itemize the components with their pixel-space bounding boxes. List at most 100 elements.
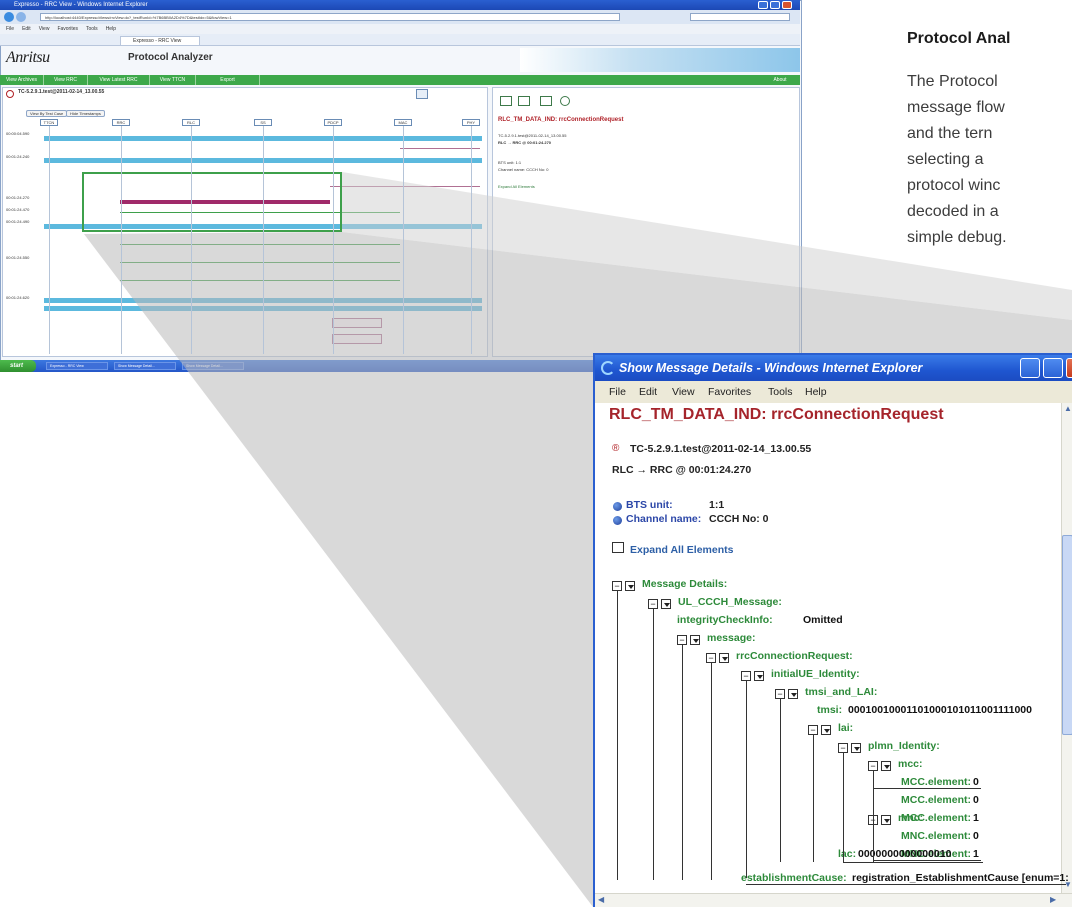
menu-edit[interactable]: Edit <box>639 381 657 403</box>
tree-value: registration_EstablishmentCause [enum=1: <box>852 872 1069 884</box>
scroll-left-icon[interactable]: ◀ <box>598 895 604 904</box>
column-header: RLC <box>182 119 200 126</box>
tree-node[interactable]: message: <box>707 632 755 644</box>
node-type-icon <box>754 671 764 681</box>
node-type-icon <box>625 581 635 591</box>
message-title: RLC_TM_DATA_IND: rrcConnectionRequest <box>609 406 944 423</box>
tree-guide-line <box>746 680 747 878</box>
channel-name-value: CCCH No: 0 <box>709 513 769 525</box>
tree-value: 00010010001101000101011001111000 <box>848 704 1032 716</box>
tree-guide-line <box>780 698 781 862</box>
scrollbar-thumb[interactable] <box>1062 535 1072 735</box>
channel-name-label: Channel name: <box>626 513 702 525</box>
timestamp: 00:01:24.470 <box>6 207 30 212</box>
minimize-icon[interactable] <box>1020 358 1040 378</box>
tree-node[interactable]: rrcConnectionRequest: <box>736 650 853 662</box>
close-icon[interactable] <box>1066 358 1072 378</box>
nav-tab[interactable]: View RRC <box>44 75 88 85</box>
tree-key: lac: <box>838 848 857 860</box>
node-type-icon <box>881 815 891 825</box>
mcc-element-key: MCC.element: <box>901 776 972 788</box>
tree-guide-line <box>873 824 874 862</box>
timestamp: 00:00:04.590 <box>6 131 30 136</box>
tree-guide-line <box>813 734 814 862</box>
column-lifeline <box>471 126 472 354</box>
testcase-icon: ® <box>612 443 620 454</box>
timestamp: 00:01:24.620 <box>6 295 30 300</box>
column-header: PHY <box>462 119 480 126</box>
menu-bar: File Edit View Favorites Tools Help <box>595 381 1072 403</box>
horizontal-scrollbar[interactable] <box>595 893 1072 907</box>
window-title: Show Message Details - Windows Internet … <box>595 355 1072 381</box>
maximize-icon[interactable] <box>1043 358 1063 378</box>
ie-icon <box>601 361 615 375</box>
tree-node[interactable]: mcc: <box>898 758 923 770</box>
mnc-element-value: 0 <box>973 830 979 842</box>
nav-tab[interactable]: View Archives <box>0 75 44 85</box>
section-heading: Protocol Anal <box>907 30 1011 47</box>
column-header: RRC <box>112 119 130 126</box>
timestamp: 00:01:24.490 <box>6 219 30 224</box>
tree-guide-line <box>873 860 981 861</box>
page: { "background_window": { "title": "Expre… <box>0 0 1072 907</box>
mnc-element-key: MNC.element: <box>901 830 972 842</box>
description-line: The Protocol <box>907 73 998 90</box>
tree-node[interactable]: tmsi_and_LAI: <box>805 686 877 698</box>
node-type-icon <box>690 635 700 645</box>
tree-key: integrityCheckInfo: <box>677 614 773 626</box>
nav-tab[interactable]: Export <box>196 75 260 85</box>
menu-file[interactable]: File <box>609 381 626 403</box>
tree-guide-line <box>653 608 654 880</box>
menu-view[interactable]: View <box>672 381 695 403</box>
bts-unit-value: 1:1 <box>709 499 725 511</box>
tree-node[interactable]: plmn_Identity: <box>868 740 940 752</box>
tree-guide-line <box>711 662 712 880</box>
column-lifeline <box>121 126 122 354</box>
mcc-element-key: MCC.element: <box>901 794 972 806</box>
tree-node[interactable]: Message Details: <box>642 578 727 590</box>
tree-key: tmsi: <box>817 704 843 716</box>
menu-tools[interactable]: Tools <box>768 381 793 403</box>
description-line: and the tern <box>907 125 993 142</box>
column-header: SS <box>254 119 272 126</box>
menu-help[interactable]: Help <box>805 381 827 403</box>
expand-all-link[interactable]: Expand All Elements <box>630 544 733 556</box>
tree-node[interactable]: UL_CCCH_Message: <box>678 596 782 608</box>
mcc-element-value: 1 <box>973 812 979 824</box>
column-header: PDCP <box>324 119 342 126</box>
column-lifeline <box>403 126 404 354</box>
node-type-icon <box>719 653 729 663</box>
timestamp: 00:01:24.270 <box>6 195 30 200</box>
tree-node[interactable]: lai: <box>838 722 853 734</box>
description-line: decoded in a <box>907 203 999 220</box>
tree-guide-line <box>843 862 983 863</box>
scroll-right-icon[interactable]: ▶ <box>1050 895 1056 904</box>
tree-value: Omitted <box>803 614 843 626</box>
tree-node[interactable]: initialUE_Identity: <box>771 668 860 680</box>
tree-guide-line <box>873 788 981 789</box>
bts-unit-label: BTS unit: <box>626 499 673 511</box>
node-type-icon <box>788 689 798 699</box>
tree-guide-line <box>873 770 874 826</box>
scroll-up-icon[interactable]: ▲ <box>1064 404 1072 413</box>
tree-guide-line <box>682 644 683 880</box>
node-type-icon <box>851 743 861 753</box>
mcc-element-key: MCC.element: <box>901 812 972 824</box>
tree-guide-line <box>746 884 1066 885</box>
bullet-icon <box>613 502 622 511</box>
node-type-icon <box>881 761 891 771</box>
mnc-element-value: 1 <box>973 848 979 860</box>
timestamp: 00:01:24.240 <box>6 154 30 159</box>
column-lifeline <box>191 126 192 354</box>
message-route: RLC → RRC @ 00:01:24.270 <box>612 464 752 476</box>
expand-all-icon[interactable] <box>612 542 624 553</box>
nav-tab[interactable]: View TTCN <box>150 75 196 85</box>
description-paragraph: The Protocol message flow and the tern s… <box>907 69 1072 251</box>
tree-key: establishmentCause: <box>741 872 847 884</box>
nav-tab[interactable]: View Latest RRC <box>88 75 150 85</box>
mcc-element-value: 0 <box>973 776 979 788</box>
column-lifeline <box>49 126 50 354</box>
column-header: TTCN <box>40 119 58 126</box>
tree-guide-line <box>617 590 618 880</box>
menu-favorites[interactable]: Favorites <box>708 381 751 403</box>
